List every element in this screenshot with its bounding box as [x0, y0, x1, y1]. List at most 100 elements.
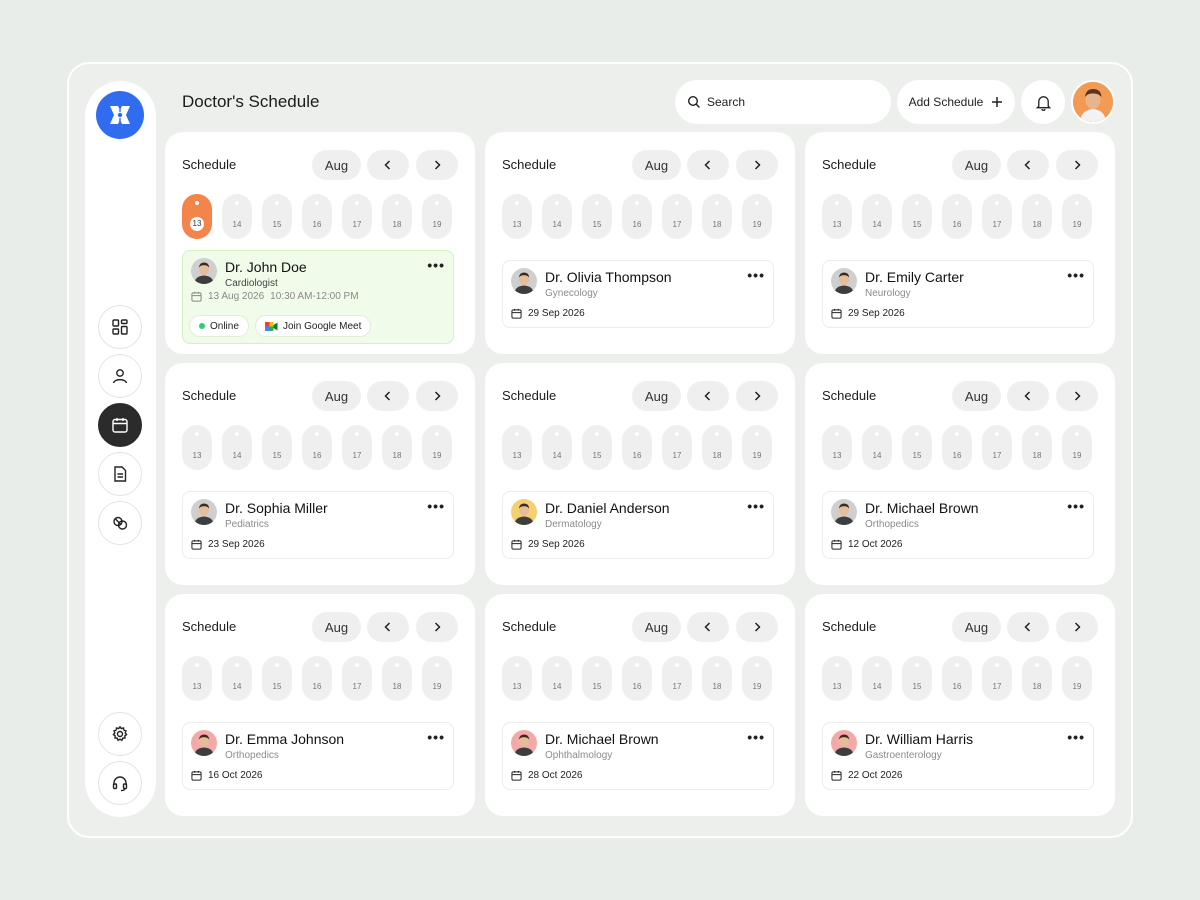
sidebar-item-schedule[interactable] — [98, 403, 142, 447]
day-button[interactable]: 17 — [342, 656, 372, 701]
appointment-item[interactable]: Dr. Michael Brown Orthopedics ••• 12 Oct… — [822, 491, 1094, 559]
day-button[interactable]: 15 — [262, 425, 292, 470]
appointment-item[interactable]: Dr. Sophia Miller Pediatrics ••• 23 Sep … — [182, 491, 454, 559]
day-button[interactable]: 15 — [262, 194, 292, 239]
day-button[interactable]: 13 — [822, 194, 852, 239]
prev-week-button[interactable] — [687, 381, 729, 411]
appointment-item[interactable]: Dr. Olivia Thompson Gynecology ••• 29 Se… — [502, 260, 774, 328]
user-avatar[interactable] — [1071, 80, 1115, 124]
month-selector[interactable]: Aug — [952, 150, 1001, 180]
prev-week-button[interactable] — [367, 612, 409, 642]
day-button[interactable]: 17 — [342, 194, 372, 239]
day-button[interactable]: 18 — [702, 425, 732, 470]
day-button[interactable]: 19 — [742, 425, 772, 470]
day-button[interactable]: 13 — [822, 656, 852, 701]
search-input[interactable]: Search — [675, 80, 891, 124]
day-button[interactable]: 16 — [302, 194, 332, 239]
day-button[interactable]: 19 — [422, 194, 452, 239]
prev-week-button[interactable] — [1007, 612, 1049, 642]
day-button[interactable]: 14 — [222, 425, 252, 470]
more-options-icon[interactable]: ••• — [747, 267, 765, 283]
day-button[interactable]: 13 — [182, 194, 212, 239]
day-button[interactable]: 18 — [382, 425, 412, 470]
day-button[interactable]: 13 — [182, 656, 212, 701]
day-button[interactable]: 15 — [902, 194, 932, 239]
day-button[interactable]: 19 — [742, 194, 772, 239]
month-selector[interactable]: Aug — [312, 150, 361, 180]
day-button[interactable]: 16 — [622, 656, 652, 701]
day-button[interactable]: 16 — [942, 425, 972, 470]
month-selector[interactable]: Aug — [632, 381, 681, 411]
month-selector[interactable]: Aug — [312, 612, 361, 642]
more-options-icon[interactable]: ••• — [1067, 729, 1085, 745]
prev-week-button[interactable] — [687, 150, 729, 180]
prev-week-button[interactable] — [1007, 150, 1049, 180]
next-week-button[interactable] — [416, 150, 458, 180]
add-schedule-button[interactable]: Add Schedule — [897, 80, 1015, 124]
day-button[interactable]: 19 — [422, 656, 452, 701]
sidebar-item-support[interactable] — [98, 761, 142, 805]
day-button[interactable]: 13 — [502, 425, 532, 470]
next-week-button[interactable] — [416, 381, 458, 411]
sidebar-item-medicine[interactable] — [98, 501, 142, 545]
day-button[interactable]: 17 — [982, 194, 1012, 239]
day-button[interactable]: 14 — [862, 425, 892, 470]
appointment-item[interactable]: Dr. Emily Carter Neurology ••• 29 Sep 20… — [822, 260, 1094, 328]
day-button[interactable]: 19 — [1062, 656, 1092, 701]
day-button[interactable]: 14 — [542, 656, 572, 701]
prev-week-button[interactable] — [1007, 381, 1049, 411]
more-options-icon[interactable]: ••• — [427, 729, 445, 745]
more-options-icon[interactable]: ••• — [1067, 498, 1085, 514]
day-button[interactable]: 13 — [822, 425, 852, 470]
day-button[interactable]: 16 — [302, 656, 332, 701]
month-selector[interactable]: Aug — [952, 381, 1001, 411]
month-selector[interactable]: Aug — [632, 612, 681, 642]
day-button[interactable]: 14 — [862, 194, 892, 239]
day-button[interactable]: 14 — [542, 194, 572, 239]
more-options-icon[interactable]: ••• — [747, 729, 765, 745]
day-button[interactable]: 18 — [382, 656, 412, 701]
day-button[interactable]: 16 — [622, 425, 652, 470]
day-button[interactable]: 18 — [1022, 656, 1052, 701]
appointment-item[interactable]: Dr. Emma Johnson Orthopedics ••• 16 Oct … — [182, 722, 454, 790]
day-button[interactable]: 14 — [222, 194, 252, 239]
day-button[interactable]: 18 — [702, 656, 732, 701]
day-button[interactable]: 14 — [862, 656, 892, 701]
day-button[interactable]: 13 — [182, 425, 212, 470]
day-button[interactable]: 14 — [542, 425, 572, 470]
appointment-item[interactable]: Dr. John Doe Cardiologist ••• 13 Aug 202… — [182, 250, 454, 344]
logo-icon[interactable] — [96, 91, 144, 139]
day-button[interactable]: 13 — [502, 194, 532, 239]
day-button[interactable]: 13 — [502, 656, 532, 701]
prev-week-button[interactable] — [367, 150, 409, 180]
day-button[interactable]: 16 — [942, 656, 972, 701]
day-button[interactable]: 17 — [662, 194, 692, 239]
day-button[interactable]: 18 — [702, 194, 732, 239]
prev-week-button[interactable] — [367, 381, 409, 411]
more-options-icon[interactable]: ••• — [427, 257, 445, 273]
join-google-meet-button[interactable]: Join Google Meet — [255, 315, 372, 337]
month-selector[interactable]: Aug — [632, 150, 681, 180]
sidebar-item-settings[interactable] — [98, 712, 142, 756]
day-button[interactable]: 15 — [262, 656, 292, 701]
day-button[interactable]: 17 — [662, 425, 692, 470]
day-button[interactable]: 17 — [342, 425, 372, 470]
day-button[interactable]: 16 — [622, 194, 652, 239]
month-selector[interactable]: Aug — [952, 612, 1001, 642]
sidebar-item-doctors[interactable] — [98, 354, 142, 398]
more-options-icon[interactable]: ••• — [427, 498, 445, 514]
next-week-button[interactable] — [736, 381, 778, 411]
day-button[interactable]: 19 — [742, 656, 772, 701]
next-week-button[interactable] — [1056, 612, 1098, 642]
more-options-icon[interactable]: ••• — [747, 498, 765, 514]
day-button[interactable]: 16 — [302, 425, 332, 470]
notifications-button[interactable] — [1021, 80, 1065, 124]
day-button[interactable]: 18 — [382, 194, 412, 239]
day-button[interactable]: 15 — [582, 194, 612, 239]
next-week-button[interactable] — [416, 612, 458, 642]
next-week-button[interactable] — [1056, 150, 1098, 180]
day-button[interactable]: 17 — [982, 425, 1012, 470]
day-button[interactable]: 19 — [1062, 194, 1092, 239]
more-options-icon[interactable]: ••• — [1067, 267, 1085, 283]
sidebar-item-dashboard[interactable] — [98, 305, 142, 349]
